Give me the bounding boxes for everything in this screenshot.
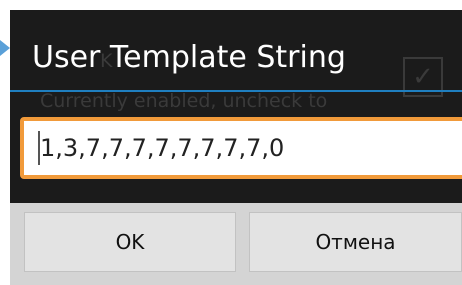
template-string-input[interactable]: 1,3,7,7,7,7,7,7,7,7,0 <box>24 121 462 175</box>
text-cursor <box>38 131 40 165</box>
template-string-field[interactable]: 1,3,7,7,7,7,7,7,7,7,0 <box>20 117 462 179</box>
background-row-summary: Currently enabled, uncheck to <box>40 90 328 112</box>
title-divider <box>10 90 462 92</box>
cancel-button[interactable]: Отмена <box>249 212 462 272</box>
ok-button[interactable]: OK <box>24 212 236 272</box>
title-marker-icon <box>0 40 10 56</box>
dialog-title: User Template String <box>32 40 346 75</box>
